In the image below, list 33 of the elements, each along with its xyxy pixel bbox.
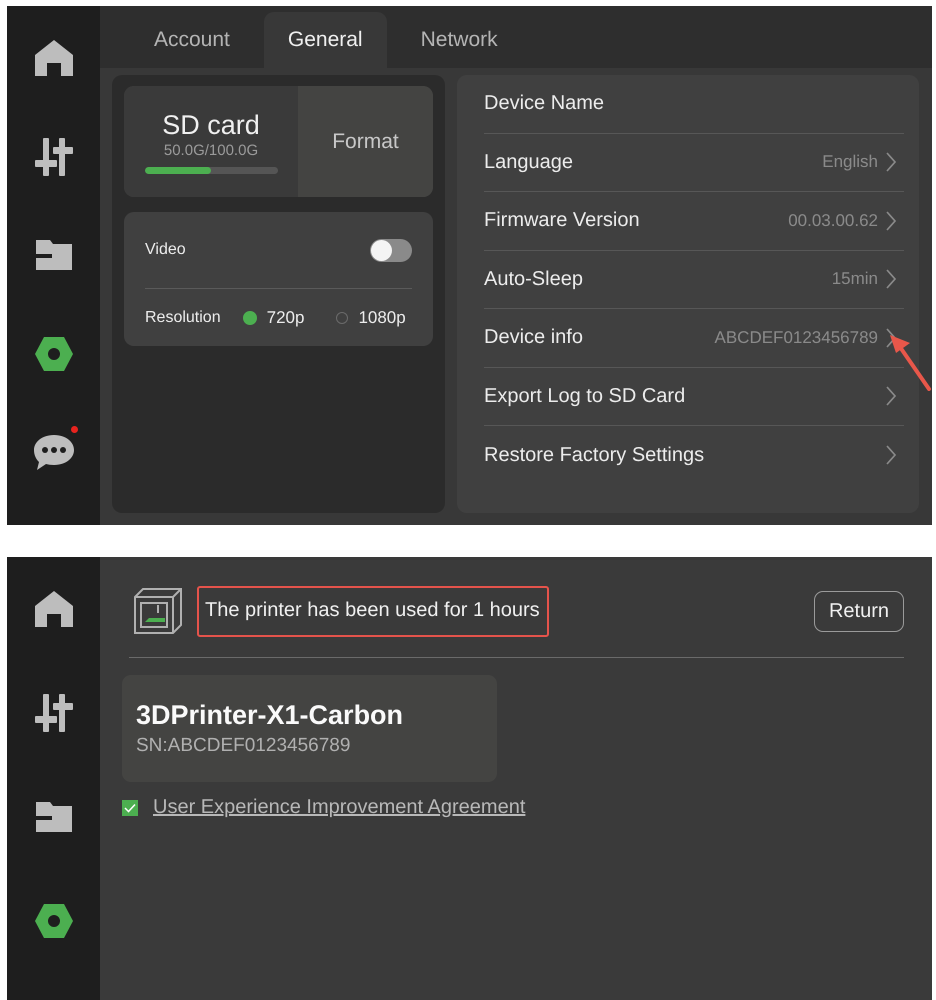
home-icon bbox=[34, 39, 74, 77]
folder-icon bbox=[34, 239, 72, 272]
sliders-icon bbox=[34, 693, 74, 733]
device-name: 3DPrinter-X1-Carbon bbox=[136, 700, 404, 731]
home-icon bbox=[34, 590, 74, 628]
tab[interactable]: Account bbox=[130, 12, 254, 68]
return-button[interactable]: Return bbox=[814, 590, 904, 632]
settings-row[interactable]: Auto-Sleep 15min bbox=[484, 250, 904, 309]
resolution-option[interactable]: 1080p bbox=[336, 308, 406, 328]
printer-icon bbox=[133, 587, 183, 635]
sliders-icon bbox=[34, 136, 74, 177]
storage-usage: 50.0G/100.0G bbox=[164, 142, 258, 158]
agreement-link[interactable]: User Experience Improvement Agreement bbox=[153, 796, 526, 819]
tab[interactable]: Network bbox=[396, 12, 522, 68]
usage-message: The printer has been used for 1 hours bbox=[197, 586, 549, 636]
settings-row[interactable]: Language English bbox=[484, 134, 904, 192]
hexagon-nut-icon bbox=[34, 336, 74, 372]
resolution-label: Resolution bbox=[145, 308, 221, 326]
folder-icon bbox=[34, 801, 72, 833]
settings-row[interactable]: Device Name bbox=[484, 75, 904, 134]
settings-row[interactable]: Firmware Version 00.03.00.62 bbox=[484, 192, 904, 250]
sd-card-title: SD card bbox=[162, 110, 260, 140]
settings-row[interactable]: Export Log to SD Card bbox=[484, 368, 904, 426]
resolution-option[interactable]: 720p bbox=[242, 308, 304, 328]
annotation-arrow bbox=[888, 333, 932, 391]
hexagon-nut-icon bbox=[34, 903, 74, 939]
serial-number: SN:ABCDEF0123456789 bbox=[136, 735, 352, 757]
tab[interactable]: General bbox=[264, 12, 387, 68]
video-toggle[interactable] bbox=[370, 238, 412, 262]
video-label: Video bbox=[145, 241, 186, 259]
checkbox[interactable] bbox=[122, 800, 138, 816]
chat-bubble-icon bbox=[32, 433, 74, 472]
settings-row[interactable]: Restore Factory Settings bbox=[484, 426, 904, 484]
